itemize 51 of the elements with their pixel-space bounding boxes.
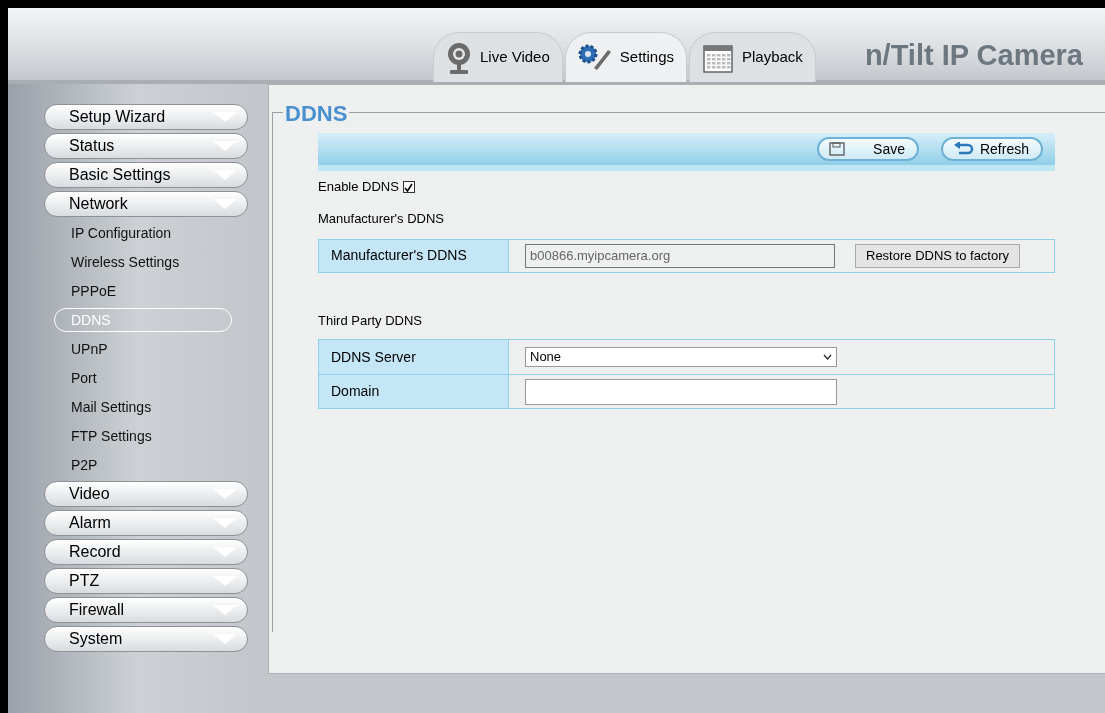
menu-group-button[interactable]: Video xyxy=(44,481,248,507)
caret-icon xyxy=(213,518,237,528)
app-title: n/Tilt IP Camera xyxy=(864,38,1083,73)
menu-item[interactable]: FTP Settings xyxy=(54,424,232,448)
field-label: Manufacturer's DDNS xyxy=(319,239,509,272)
menu-group-button[interactable]: Firewall xyxy=(44,597,248,623)
caret-icon xyxy=(213,199,237,209)
caret-icon xyxy=(213,489,237,499)
domain-field[interactable] xyxy=(525,378,837,405)
gear-wrench-icon xyxy=(577,43,612,72)
caret-icon xyxy=(213,605,237,615)
chevron-icon xyxy=(823,354,832,360)
section-heading: Manufacturer's DDNS xyxy=(318,210,446,228)
save-icon xyxy=(829,142,845,156)
undo-arrow-icon xyxy=(953,142,975,156)
menu-item[interactable]: PPPoE xyxy=(54,279,232,303)
menu-group-button[interactable]: Network xyxy=(44,191,248,217)
menu-item[interactable]: IP Configuration xyxy=(54,221,232,245)
field-label: Domain xyxy=(319,375,509,408)
enable-checkbox[interactable] xyxy=(402,181,415,193)
menu-item[interactable]: P2P xyxy=(54,453,232,477)
caret-icon xyxy=(213,141,237,151)
menu-group-button[interactable]: Record xyxy=(44,539,248,565)
field-label: DDNS Server xyxy=(319,340,509,374)
caret-icon xyxy=(213,547,237,557)
webcam-icon xyxy=(446,41,472,74)
toolbar-button[interactable]: Save xyxy=(817,137,919,161)
nav-tab[interactable]: Live Video xyxy=(433,32,563,82)
restore-button[interactable]: Restore DDNS to factory xyxy=(855,243,1021,268)
caret-icon xyxy=(213,112,237,122)
menu-group-button[interactable]: PTZ xyxy=(44,568,248,594)
caret-icon xyxy=(213,576,237,586)
menu-group-button[interactable]: Status xyxy=(44,133,248,159)
enable-label: Enable DDNS xyxy=(318,178,399,197)
caret-icon xyxy=(213,634,237,644)
menu-item[interactable]: Wireless Settings xyxy=(54,250,232,274)
menu-item[interactable]: UPnP xyxy=(54,337,232,361)
menu-item[interactable]: Mail Settings xyxy=(54,395,232,419)
menu-item[interactable]: Port xyxy=(54,366,232,390)
menu-group-button[interactable]: System xyxy=(44,626,248,652)
menu-group-button[interactable]: Alarm xyxy=(44,510,248,536)
nav-tab[interactable]: Settings xyxy=(564,32,687,82)
toolbar-button[interactable]: Refresh xyxy=(941,137,1043,161)
menu-group-button[interactable]: Setup Wizard xyxy=(44,104,248,130)
menu-group-button[interactable]: Basic Settings xyxy=(44,162,248,188)
server-select[interactable]: None xyxy=(525,347,837,367)
ddns-url-field[interactable]: b00866.myipcamera.org xyxy=(525,243,835,268)
checkmark-icon xyxy=(404,182,414,192)
section-heading: Third Party DDNS xyxy=(318,311,424,330)
nav-tab[interactable]: Playback xyxy=(689,32,816,82)
caret-icon xyxy=(213,170,237,180)
